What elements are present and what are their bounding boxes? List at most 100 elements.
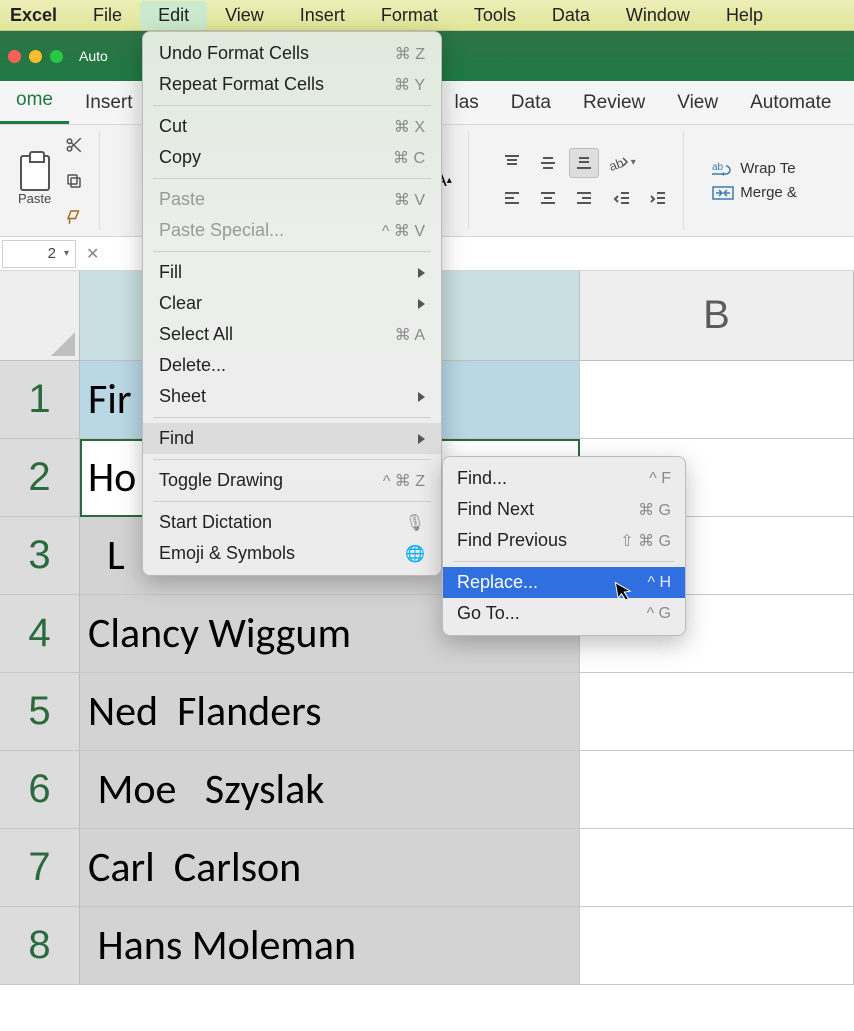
smi-find-prev[interactable]: Find Previous⇧ ⌘ G <box>443 525 685 556</box>
format-painter-button[interactable] <box>59 202 89 232</box>
cell-a8[interactable]: Hans Moleman <box>80 907 580 985</box>
increase-indent-button[interactable] <box>643 184 673 214</box>
align-center-button[interactable] <box>533 184 563 214</box>
copy-icon <box>65 172 83 190</box>
menu-help[interactable]: Help <box>708 1 781 30</box>
align-bottom-button[interactable] <box>569 148 599 178</box>
tab-automate[interactable]: Automate <box>734 82 847 124</box>
cell-b5[interactable] <box>580 673 854 751</box>
menu-data[interactable]: Data <box>534 1 608 30</box>
smi-find-next[interactable]: Find Next⌘ G <box>443 494 685 525</box>
cell-b7[interactable] <box>580 829 854 907</box>
mi-sheet[interactable]: Sheet <box>143 381 441 412</box>
mi-find[interactable]: Find <box>143 423 441 454</box>
row-header-7[interactable]: 7 <box>0 829 80 907</box>
cell-b6[interactable] <box>580 751 854 829</box>
col-header-b-label: B <box>703 293 730 338</box>
close-icon[interactable] <box>8 50 21 63</box>
row-header-3[interactable]: 3 <box>0 517 80 595</box>
wrap-text-label: Wrap Te <box>740 160 795 177</box>
orientation-button[interactable]: ab▾ <box>607 148 637 178</box>
wrap-merge-group: ab Wrap Te Merge & <box>702 131 807 230</box>
tab-insert[interactable]: Insert <box>69 82 149 124</box>
tab-home[interactable]: ome <box>0 79 69 124</box>
chevron-down-icon[interactable]: ▾ <box>64 248 69 259</box>
mi-undo[interactable]: Undo Format Cells⌘ Z <box>143 38 441 69</box>
row-header-1[interactable]: 1 <box>0 361 80 439</box>
mic-icon: 🎙 <box>405 513 425 533</box>
menu-view[interactable]: View <box>207 1 282 30</box>
app-name: Excel <box>10 5 57 26</box>
row-header-6[interactable]: 6 <box>0 751 80 829</box>
minimize-icon[interactable] <box>29 50 42 63</box>
select-all-corner[interactable] <box>0 271 80 361</box>
wrap-text-button[interactable]: ab Wrap Te <box>712 160 797 178</box>
cell-a5[interactable]: Ned Flanders <box>80 673 580 751</box>
find-submenu[interactable]: Find...^ F Find Next⌘ G Find Previous⇧ ⌘… <box>442 456 686 636</box>
row-header-8[interactable]: 8 <box>0 907 80 985</box>
menu-separator <box>153 501 431 502</box>
window-controls[interactable] <box>8 50 63 63</box>
menu-window[interactable]: Window <box>608 1 708 30</box>
mi-copy[interactable]: Copy⌘ C <box>143 142 441 173</box>
smi-find-shortcut: ^ F <box>649 470 671 488</box>
smi-find-prev-shortcut: ⇧ ⌘ G <box>620 531 671 551</box>
mi-copy-label: Copy <box>159 147 201 168</box>
smi-find[interactable]: Find...^ F <box>443 463 685 494</box>
mac-menubar: Excel File Edit View Insert Format Tools… <box>0 0 854 31</box>
row-header-5[interactable]: 5 <box>0 673 80 751</box>
menu-edit[interactable]: Edit <box>140 1 207 30</box>
mi-find-label: Find <box>159 428 194 449</box>
cell-a7[interactable]: Carl Carlson <box>80 829 580 907</box>
menu-tools[interactable]: Tools <box>456 1 534 30</box>
paste-button[interactable]: Paste <box>18 155 51 206</box>
paintbrush-icon <box>65 208 83 226</box>
cell-a6[interactable]: Moe Szyslak <box>80 751 580 829</box>
tab-review[interactable]: Review <box>567 82 661 124</box>
zoom-icon[interactable] <box>50 50 63 63</box>
mi-repeat[interactable]: Repeat Format Cells⌘ Y <box>143 69 441 100</box>
smi-replace[interactable]: Replace...^ H <box>443 567 685 598</box>
menu-file[interactable]: File <box>75 1 140 30</box>
cell-b8[interactable] <box>580 907 854 985</box>
mi-delete[interactable]: Delete... <box>143 350 441 381</box>
tab-formulas[interactable]: las <box>439 82 495 124</box>
alignment-group: ab▾ <box>487 131 684 230</box>
menu-insert[interactable]: Insert <box>282 1 363 30</box>
row-header-4[interactable]: 4 <box>0 595 80 673</box>
menu-format[interactable]: Format <box>363 1 456 30</box>
align-middle-button[interactable] <box>533 148 563 178</box>
merge-button[interactable]: Merge & <box>712 184 797 202</box>
cut-button[interactable] <box>59 130 89 160</box>
edit-menu-dropdown[interactable]: Undo Format Cells⌘ Z Repeat Format Cells… <box>142 31 442 576</box>
tab-data[interactable]: Data <box>495 82 567 124</box>
align-right-button[interactable] <box>569 184 599 214</box>
mi-cut[interactable]: Cut⌘ X <box>143 111 441 142</box>
align-center-icon <box>539 190 557 208</box>
align-middle-icon <box>539 154 557 172</box>
mi-undo-label: Undo Format Cells <box>159 43 309 64</box>
mi-dictation[interactable]: Start Dictation🎙 <box>143 507 441 538</box>
mi-repeat-shortcut: ⌘ Y <box>394 75 425 95</box>
tab-view[interactable]: View <box>661 82 734 124</box>
copy-button[interactable] <box>59 166 89 196</box>
smi-goto[interactable]: Go To...^ G <box>443 598 685 629</box>
chevron-right-icon <box>418 299 425 309</box>
mi-select-all[interactable]: Select All⌘ A <box>143 319 441 350</box>
mouse-cursor-icon <box>614 579 636 604</box>
mi-toggle-drawing[interactable]: Toggle Drawing^ ⌘ Z <box>143 465 441 496</box>
mi-emoji[interactable]: Emoji & Symbols🌐 <box>143 538 441 569</box>
col-header-b[interactable]: B <box>580 271 854 361</box>
mi-clear[interactable]: Clear <box>143 288 441 319</box>
cell-b1[interactable] <box>580 361 854 439</box>
smi-replace-label: Replace... <box>457 572 538 593</box>
row-header-2[interactable]: 2 <box>0 439 80 517</box>
name-box-value: 2 <box>48 245 56 262</box>
mi-cut-shortcut: ⌘ X <box>394 117 425 137</box>
decrease-indent-button[interactable] <box>607 184 637 214</box>
align-left-button[interactable] <box>497 184 527 214</box>
cancel-formula-button[interactable]: ✕ <box>86 244 99 264</box>
mi-fill[interactable]: Fill <box>143 257 441 288</box>
name-box[interactable]: 2 ▾ <box>2 240 76 268</box>
align-top-button[interactable] <box>497 148 527 178</box>
